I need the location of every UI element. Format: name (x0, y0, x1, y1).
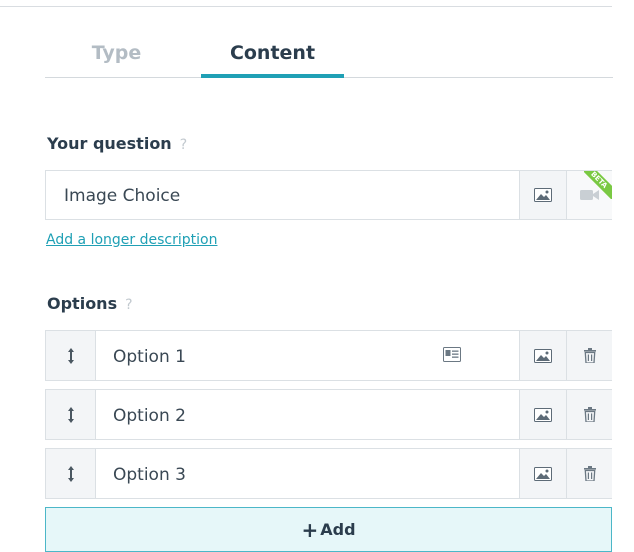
option-1-image-button[interactable] (519, 331, 566, 380)
option-2-image-button[interactable] (519, 390, 566, 439)
option-2-input[interactable] (111, 390, 435, 441)
option-1-drag-handle[interactable] (46, 331, 96, 380)
image-icon (534, 348, 552, 363)
question-help-icon[interactable]: ? (180, 137, 187, 153)
question-label: Your question (47, 134, 172, 153)
option-1-delete-button[interactable] (566, 331, 612, 380)
tab-type[interactable]: Type (45, 33, 188, 77)
question-video-button[interactable]: BETA (566, 171, 612, 219)
option-3-drag-handle[interactable] (46, 449, 96, 498)
option-3-image-button[interactable] (519, 449, 566, 498)
add-option-button[interactable]: + Add (45, 507, 612, 552)
option-3-input[interactable] (111, 449, 435, 500)
question-heading: Your question? (47, 134, 187, 153)
options-help-icon[interactable]: ? (125, 297, 132, 313)
plus-icon: + (301, 517, 319, 542)
image-icon (534, 407, 552, 422)
add-description-link[interactable]: Add a longer description (46, 232, 217, 248)
option-row-3 (45, 448, 612, 500)
trash-icon (583, 466, 596, 481)
top-divider (0, 6, 612, 7)
question-image-button[interactable] (519, 171, 566, 219)
tab-bar: Type Content (45, 33, 613, 78)
question-input[interactable] (62, 171, 506, 221)
drag-handle-icon (67, 406, 74, 423)
option-2-delete-button[interactable] (566, 390, 612, 439)
tab-content[interactable]: Content (201, 33, 344, 78)
beta-badge: BETA (584, 171, 612, 199)
question-field: BETA (45, 170, 612, 221)
trash-icon (583, 348, 596, 363)
drag-handle-icon (67, 465, 74, 482)
options-label: Options (47, 294, 118, 313)
option-row-1 (45, 330, 612, 382)
option-1-input[interactable] (111, 331, 435, 382)
option-1-id-card-button[interactable] (443, 347, 461, 363)
drag-handle-icon (67, 347, 74, 364)
image-icon (534, 188, 552, 202)
options-heading: Options? (47, 294, 133, 313)
id-card-icon (443, 347, 461, 362)
trash-icon (583, 407, 596, 422)
image-icon (534, 466, 552, 481)
option-row-2 (45, 389, 612, 441)
option-3-delete-button[interactable] (566, 449, 612, 498)
option-2-drag-handle[interactable] (46, 390, 96, 439)
add-option-label: Add (320, 520, 356, 539)
